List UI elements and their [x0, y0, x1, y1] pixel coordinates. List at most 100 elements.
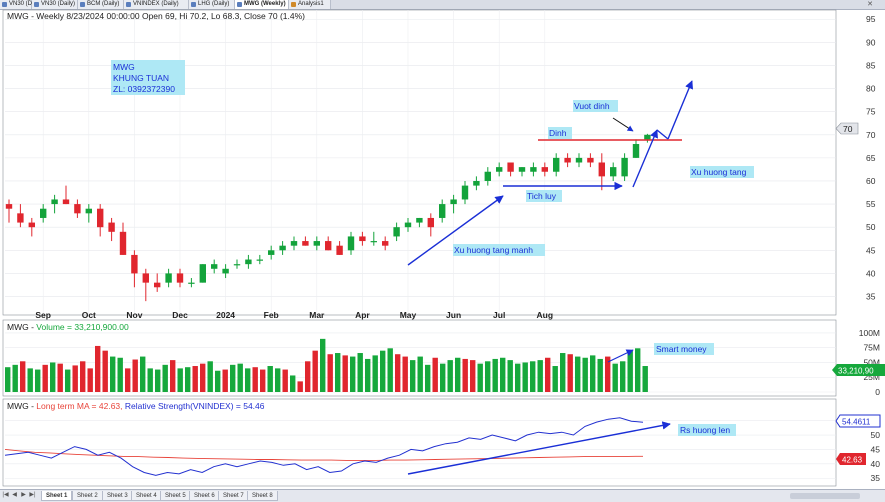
- volume-bar: [72, 365, 78, 392]
- tab-vn30-daily-2[interactable]: VN30 (Daily): [32, 0, 78, 9]
- tab-vnindex-daily[interactable]: VNINDEX (Daily): [124, 0, 189, 9]
- last-sheet-button[interactable]: ▶|: [29, 491, 36, 500]
- tab-label: LHG (Daily): [198, 1, 230, 7]
- candle-body: [450, 199, 457, 205]
- date-tick-label: Sep: [35, 310, 51, 320]
- candle-body: [610, 167, 617, 177]
- date-tick-label: Feb: [264, 310, 279, 320]
- candle-body: [290, 241, 298, 246]
- candle-body: [17, 213, 24, 223]
- volume-bar: [380, 350, 386, 392]
- volume-bar: [147, 368, 153, 392]
- volume-tick-label: 75M: [863, 343, 880, 353]
- rs-title-ma: Long term MA = 42.63,: [36, 401, 125, 411]
- price-tick-label: 80: [866, 84, 876, 94]
- rs-pane-frame: [2, 398, 837, 487]
- volume-bar: [267, 366, 273, 392]
- close-tab-icon[interactable]: ✕: [867, 0, 873, 9]
- tab-label: MWG (Weekly): [244, 1, 286, 7]
- chart-tab-icon: [237, 2, 242, 7]
- volume-bar: [567, 354, 573, 392]
- volume-bar: [365, 358, 371, 392]
- volume-bar: [5, 367, 11, 392]
- sheet-tab-5[interactable]: Sheet 5: [160, 491, 191, 501]
- sheet-tab-8[interactable]: Sheet 8: [247, 491, 278, 501]
- volume-bar: [410, 360, 416, 392]
- candle-body: [404, 222, 412, 228]
- sheet-tab-4[interactable]: Sheet 4: [131, 491, 162, 501]
- tab-bcm-daily[interactable]: BCM (Daily): [78, 0, 124, 9]
- candle-body: [131, 254, 138, 274]
- sheet-tab-1[interactable]: Sheet 1: [41, 491, 73, 501]
- volume-bar: [582, 357, 588, 392]
- volume-bar: [170, 360, 176, 392]
- sheet-tab-3[interactable]: Sheet 3: [102, 491, 133, 501]
- volume-bar: [57, 363, 63, 392]
- volume-bar: [455, 357, 461, 392]
- volume-bar: [612, 363, 618, 392]
- tab-lhg-daily[interactable]: LHG (Daily): [189, 0, 235, 9]
- volume-bar: [387, 348, 393, 392]
- date-tick-label: Apr: [355, 310, 370, 320]
- volume-bar: [492, 358, 498, 392]
- volume-bar: [42, 364, 48, 392]
- volume-bar: [117, 357, 123, 392]
- last-price-label: 70: [843, 124, 853, 134]
- candle-body: [222, 268, 229, 274]
- candle-body: [507, 162, 514, 172]
- sheet-tab-7[interactable]: Sheet 7: [218, 491, 249, 501]
- volume-bar: [290, 375, 296, 392]
- volume-bar: [282, 369, 288, 392]
- candle-body: [473, 180, 480, 186]
- candle-body: [496, 167, 503, 172]
- volume-bar: [162, 364, 168, 392]
- price-title: MWG - Weekly 8/23/2024 00:00:00 Open 69,…: [7, 11, 305, 21]
- volume-bar: [372, 355, 378, 392]
- volume-bar: [552, 366, 558, 392]
- volume-bar: [20, 361, 26, 392]
- candle-body: [119, 231, 127, 255]
- volume-bar: [357, 353, 363, 392]
- volume-bar: [440, 363, 446, 392]
- next-sheet-button[interactable]: ▶: [20, 491, 27, 500]
- candle-body: [302, 241, 309, 246]
- volume-bar: [425, 364, 431, 392]
- chart-tab-icon: [2, 2, 7, 7]
- volume-bar: [327, 354, 333, 392]
- sheet-tab-2[interactable]: Sheet 2: [72, 491, 103, 501]
- volume-bar: [312, 350, 318, 392]
- volume-bar: [447, 360, 453, 392]
- price-tick-label: 65: [866, 153, 876, 163]
- price-tick-label: 60: [866, 176, 876, 186]
- candle-body: [85, 208, 92, 214]
- volume-bar: [350, 356, 356, 392]
- date-tick-label: Dec: [172, 310, 188, 320]
- candle-body: [188, 282, 195, 284]
- prev-sheet-button[interactable]: ◀: [11, 491, 18, 500]
- candle-body: [108, 222, 115, 232]
- volume-title: MWG - Volume = 33,210,900.00: [7, 322, 129, 332]
- price-tick-label: 45: [866, 245, 876, 255]
- volume-bar: [177, 368, 183, 392]
- first-sheet-button[interactable]: |◀: [2, 491, 9, 500]
- sheet-tab-6[interactable]: Sheet 6: [189, 491, 220, 501]
- volume-bar: [417, 356, 423, 392]
- date-tick-label: Mar: [309, 310, 325, 320]
- uptrend-label: Xu huong tang: [691, 167, 747, 177]
- price-tick-label: 40: [866, 268, 876, 278]
- volume-bar: [35, 369, 41, 392]
- price-tick-label: 85: [866, 60, 876, 70]
- volume-bar: [80, 361, 86, 392]
- tab-analysis1[interactable]: Analysis1: [289, 0, 331, 9]
- tab-mwg-weekly[interactable]: MWG (Weekly): [235, 0, 289, 9]
- watermark-contact: ZL: 0392372390: [113, 84, 175, 94]
- candle-body: [313, 241, 320, 246]
- volume-bar: [545, 357, 551, 392]
- volume-bar: [27, 368, 33, 392]
- tab-vn30-daily[interactable]: VN30 (Daily): [0, 0, 43, 9]
- volume-bar: [260, 369, 266, 392]
- tab-label: VN30 (Daily): [41, 1, 76, 7]
- volume-bar: [620, 361, 626, 392]
- volume-pane: 025M50M75M100M MWG - Volume = 33,210,900…: [2, 319, 885, 397]
- horizontal-scrollbar[interactable]: [790, 493, 860, 499]
